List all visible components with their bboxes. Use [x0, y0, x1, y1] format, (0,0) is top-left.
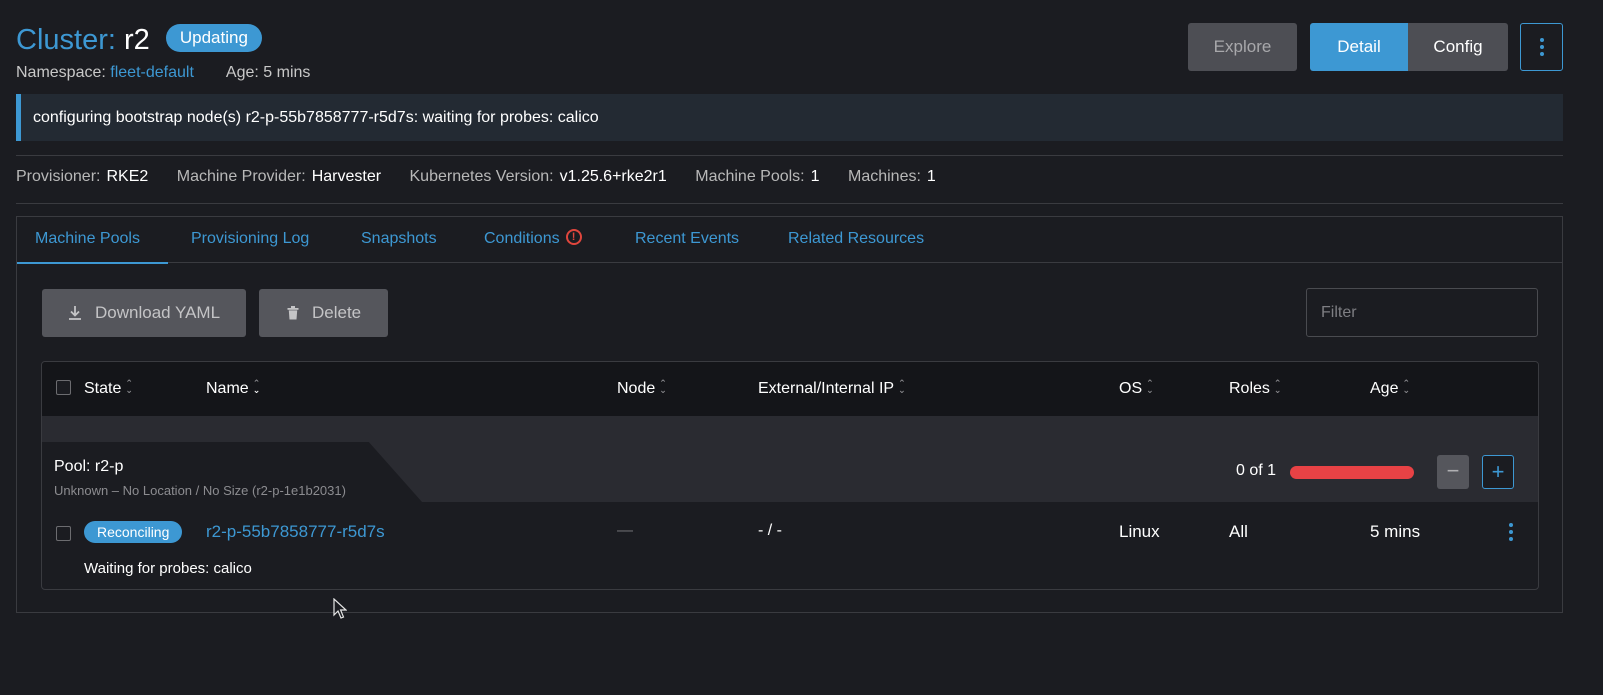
table-header: State ⌃ ⌄ Name ⌃ ⌄ Node ⌃ ⌄ External/Internal … [42, 362, 1538, 417]
spec-provisioner: Provisioner: RKE2 [16, 168, 149, 185]
machine-name-link[interactable]: r2-p-55b7858777-r5d7s [206, 522, 385, 542]
sort-icon: ⌃ ⌄ [898, 377, 906, 395]
tab-bar: Machine Pools Provisioning Log Snapshots… [17, 217, 1562, 264]
column-name[interactable]: Name ⌃ ⌄ [206, 362, 261, 416]
mouse-pointer-icon [333, 598, 347, 619]
trash-icon [287, 306, 299, 320]
tab-conditions[interactable]: Conditions! [484, 217, 582, 263]
sort-icon: ⌃ ⌄ [1273, 377, 1282, 395]
download-yaml-label: Download YAML [95, 303, 221, 322]
tab-provisioning-log[interactable]: Provisioning Log [191, 217, 309, 263]
age-value: 5 mins [1370, 522, 1421, 541]
minus-icon: − [1446, 458, 1460, 483]
scale-down-button[interactable]: − [1437, 455, 1469, 489]
detail-button[interactable]: Detail [1310, 23, 1408, 71]
kebab-icon [1509, 523, 1513, 541]
sort-icon: ⌃ ⌄ [1146, 377, 1154, 395]
pool-count: 0 of 1 [1236, 462, 1277, 479]
row-actions-button[interactable] [1501, 522, 1521, 542]
os-value: Linux [1119, 522, 1160, 541]
filter-input[interactable] [1306, 288, 1538, 337]
row-status-message: Waiting for probes: calico [84, 560, 252, 577]
plus-icon: + [1491, 459, 1505, 484]
pool-name: Pool: r2-p [54, 458, 124, 475]
divider [16, 155, 1563, 156]
tab-conditions-label: Conditions [484, 230, 560, 247]
download-icon [69, 306, 81, 320]
divider [16, 203, 1563, 204]
row-checkbox[interactable] [56, 526, 71, 541]
tab-recent-events[interactable]: Recent Events [635, 217, 739, 263]
tab-snapshots[interactable]: Snapshots [361, 217, 437, 263]
sort-icon: ⌃ ⌄ [659, 377, 667, 395]
sort-icon: ⌃ ⌄ [125, 377, 133, 395]
table-row: Reconciling [84, 521, 183, 543]
column-roles[interactable]: Roles ⌃ ⌄ [1229, 362, 1282, 416]
roles-value: All [1229, 522, 1248, 541]
column-os[interactable]: OS ⌃ ⌄ [1119, 362, 1154, 416]
cluster-meta: Namespace: fleet-default Age: 5 mins [16, 64, 310, 82]
banner-message: configuring bootstrap node(s) r2-p-55b78… [33, 109, 599, 126]
download-yaml-button[interactable]: Download YAML [42, 289, 246, 337]
cluster-label: Cluster: [16, 24, 116, 56]
status-banner: configuring bootstrap node(s) r2-p-55b78… [16, 94, 1563, 141]
delete-label: Delete [312, 303, 362, 322]
column-age[interactable]: Age ⌃ ⌄ [1370, 362, 1410, 416]
age-text: Age: 5 mins [225, 64, 311, 81]
spec-machine-provider: Machine Provider: Harvester [176, 168, 382, 185]
more-actions-button[interactable] [1520, 23, 1563, 71]
namespace-label: Namespace: [16, 64, 106, 81]
namespace-link[interactable]: fleet-default [110, 64, 194, 81]
machines-table: State ⌃ ⌄ Name ⌃ ⌄ Node ⌃ ⌄ External/Internal … [41, 361, 1539, 590]
cluster-specs: Provisioner: RKE2 Machine Provider: Harves… [16, 166, 960, 188]
column-state[interactable]: State ⌃ ⌄ [84, 362, 133, 416]
spec-kubernetes-version: Kubernetes Version: v1.25.6+rke2r1 [409, 168, 667, 185]
sort-icon: ⌃ ⌄ [1402, 377, 1411, 395]
tab-related-resources[interactable]: Related Resources [788, 217, 924, 263]
kebab-icon [1539, 38, 1544, 56]
page-title: Cluster: r2 Updating [16, 22, 262, 58]
status-badge: Updating [165, 24, 262, 53]
scale-up-button[interactable]: + [1482, 455, 1514, 489]
state-badge: Reconciling [84, 521, 183, 543]
select-all-checkbox[interactable] [56, 380, 71, 395]
spec-machines: Machines: 1 [847, 168, 936, 185]
tab-machine-pools[interactable]: Machine Pools [17, 217, 168, 264]
pool-progress-bar [1290, 466, 1414, 479]
spec-machine-pools: Machine Pools: 1 [695, 168, 820, 185]
ip-value: - / - [758, 522, 782, 539]
sort-desc-icon: ⌃ ⌄ [252, 377, 261, 395]
explore-button[interactable]: Explore [1188, 23, 1297, 71]
delete-button[interactable]: Delete [259, 289, 388, 337]
pool-details: Unknown – No Location / No Size (r2-p-1e… [54, 483, 346, 498]
cluster-name: r2 [123, 24, 150, 56]
column-node[interactable]: Node ⌃ ⌄ [617, 362, 667, 416]
node-value: — [617, 522, 633, 539]
column-ip[interactable]: External/Internal IP ⌃ ⌄ [758, 362, 906, 416]
warning-icon: ! [565, 228, 582, 245]
config-button[interactable]: Config [1408, 23, 1508, 71]
